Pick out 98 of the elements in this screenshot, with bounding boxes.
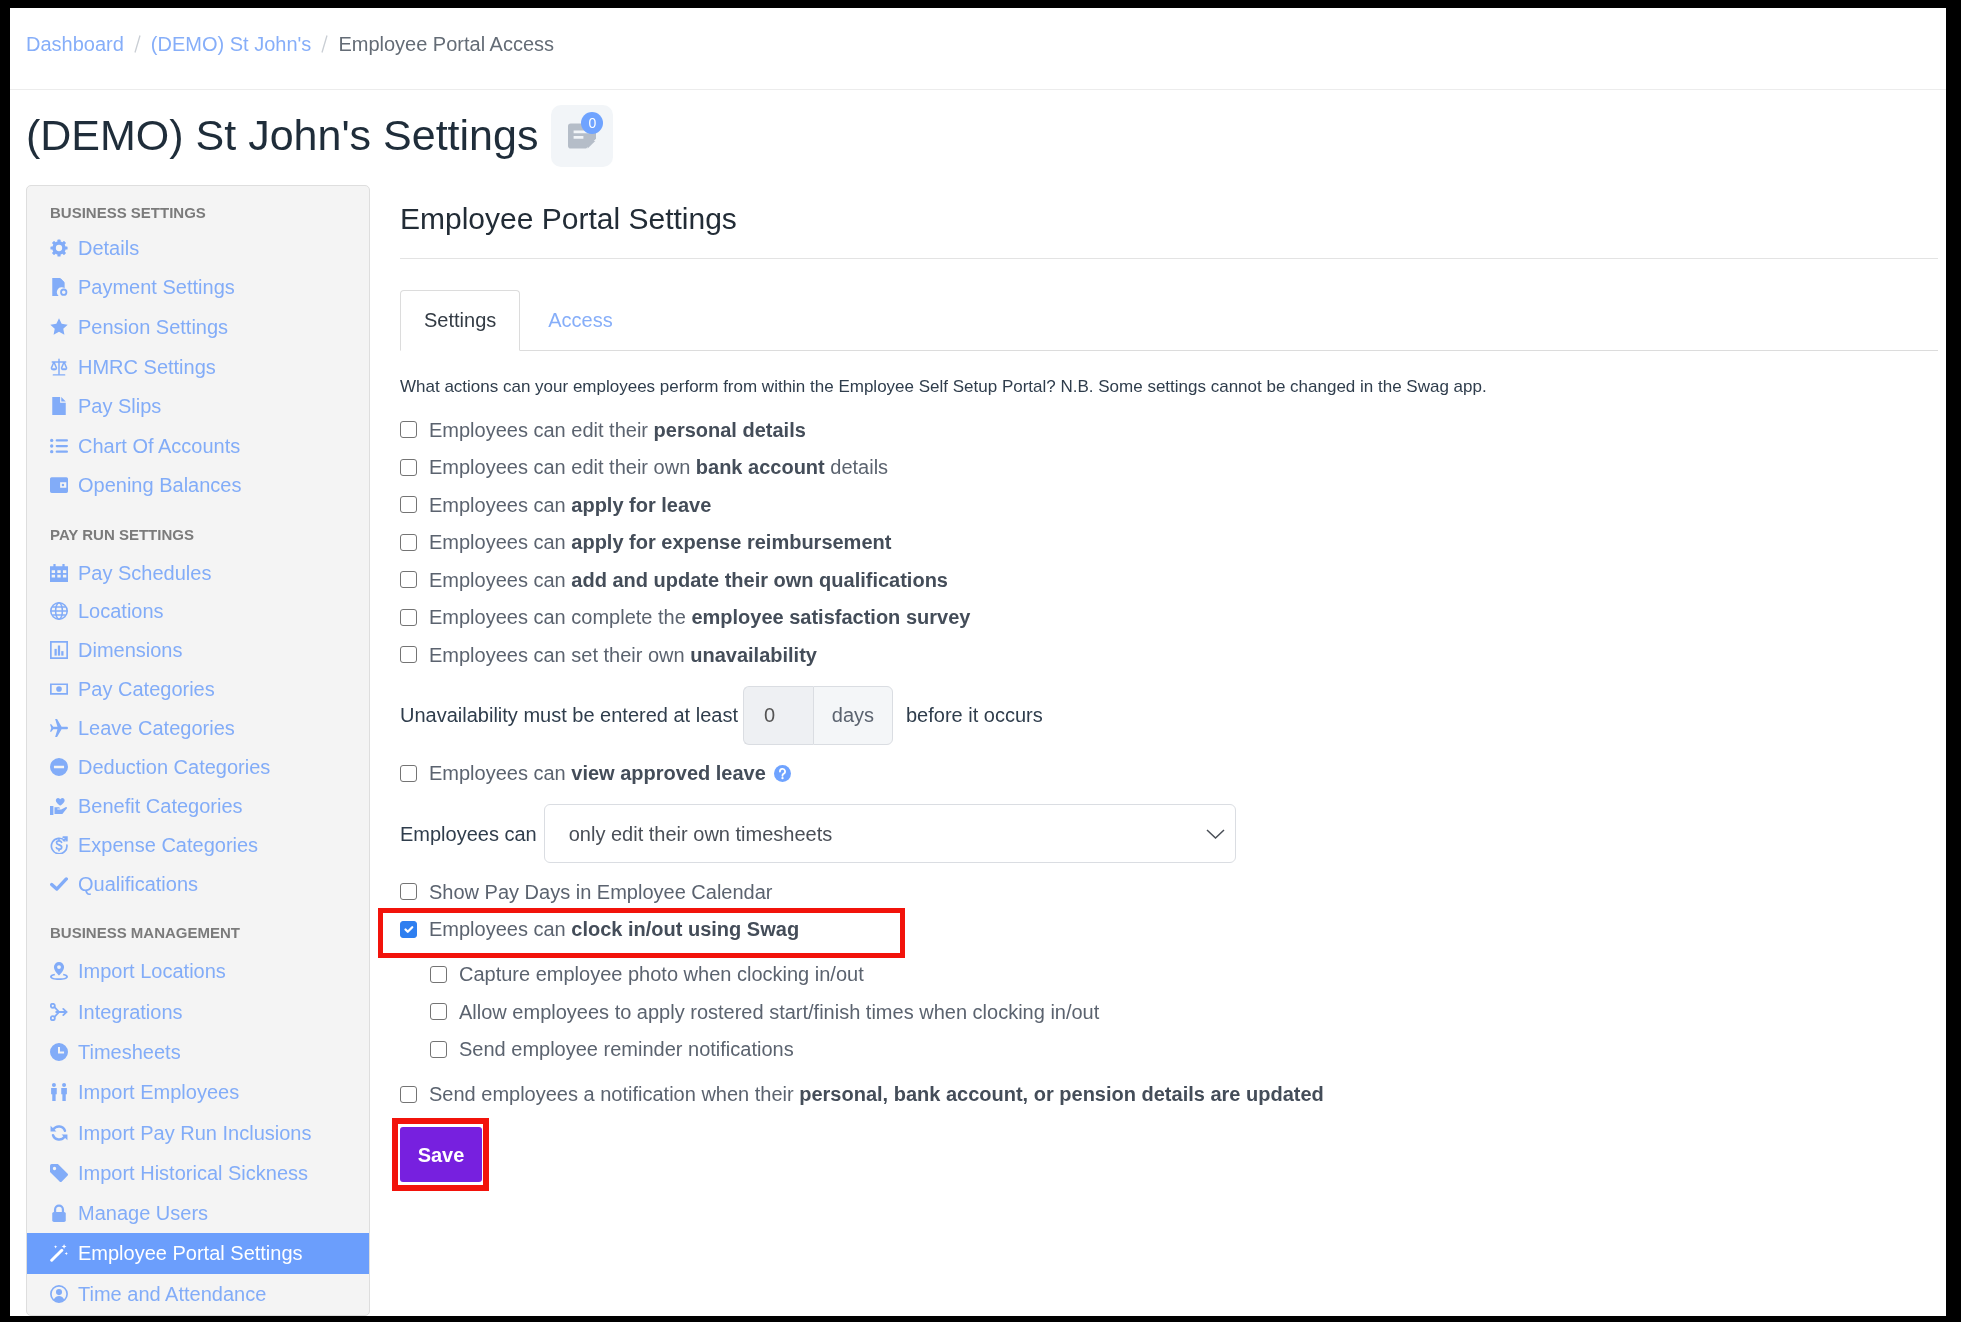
tab[interactable]: Settings — [400, 290, 521, 351]
checkbox[interactable] — [400, 608, 417, 626]
option-label: Employees can clock in/out using Swag — [429, 917, 800, 942]
sidebar-item[interactable]: Manage Users — [27, 1192, 369, 1234]
checkbox[interactable] — [400, 883, 417, 901]
map-pin-icon — [50, 962, 68, 981]
section-heading: BUSINESS SETTINGS — [49, 203, 207, 223]
unit-label: days — [812, 685, 893, 745]
bar-chart-icon — [50, 641, 68, 660]
list-icon — [50, 436, 68, 455]
field-label: Employees can — [400, 821, 537, 846]
document-gear-icon — [50, 278, 68, 297]
checkbox[interactable] — [430, 965, 447, 983]
clock-icon — [50, 1042, 68, 1061]
option-label: Employees can edit their own bank account details — [429, 455, 889, 480]
option-label: Employees can apply for expense reimbursement — [429, 530, 892, 555]
sidebar-item[interactable]: Qualifications — [27, 864, 369, 904]
sidebar-item[interactable]: Deduction Categories — [27, 747, 369, 787]
user-circle-icon — [50, 1284, 68, 1303]
save-button[interactable]: Save — [400, 1127, 482, 1182]
section-heading: PAY RUN SETTINGS — [49, 525, 195, 546]
option-label: Capture employee photo when clocking in/out — [459, 962, 864, 987]
sidebar-item[interactable]: Dimensions — [27, 630, 369, 670]
sidebar-item[interactable]: Benefit Categories — [27, 786, 369, 826]
breadcrumb-link[interactable]: Dashboard — [26, 28, 124, 59]
magic-wand-icon — [50, 1244, 68, 1263]
globe-icon — [50, 602, 68, 621]
sidebar-item[interactable]: Details — [27, 228, 369, 268]
option-label: Allow employees to apply rostered start/finish times when clocking in/out — [459, 999, 1100, 1024]
sidebar-item[interactable]: Pension Settings — [27, 307, 369, 347]
check-icon — [50, 874, 68, 893]
dollar-circle-icon — [50, 835, 68, 854]
lock-icon — [50, 1204, 68, 1223]
sidebar-item[interactable]: Locations — [27, 592, 369, 631]
timesheet-select[interactable]: only edit their own timesheets — [543, 804, 1236, 863]
option-label: Employees can apply for leave — [429, 492, 712, 517]
slash-icon — [321, 34, 329, 53]
checkbox[interactable] — [430, 1040, 447, 1058]
sidebar-item[interactable]: Payment Settings — [27, 267, 369, 308]
checkbox[interactable] — [400, 421, 417, 439]
sidebar-item[interactable]: Employee Portal Settings — [27, 1233, 369, 1274]
option-label: Employees can view approved leave — [429, 761, 766, 786]
intro-text: What actions can your employees perform from within the Employee Self Setup Portal? N.B. Some settings cannot be changed in the Swag app. — [400, 376, 1488, 398]
breadcrumb-current: Employee Portal Access — [338, 31, 555, 57]
wallet-icon — [50, 476, 68, 495]
scale-icon — [50, 357, 68, 376]
connector-arrow-icon — [50, 1002, 68, 1021]
tab[interactable]: Access — [524, 290, 637, 351]
count-badge: 0 — [581, 112, 604, 134]
sidebar-item[interactable]: Pay Categories — [27, 669, 369, 709]
sidebar-item[interactable]: Timesheets — [27, 1031, 369, 1073]
tag-icon — [50, 1163, 68, 1182]
sidebar-item[interactable]: Expense Categories — [27, 825, 369, 865]
notes-button[interactable]: 0 — [551, 105, 614, 167]
option-label: Send employees a notification when their personal, bank account, or pension details are updated — [429, 1082, 1324, 1107]
field-label: Unavailability must be entered at least — [400, 703, 738, 727]
option-label: Show Pay Days in Employee Calendar — [429, 879, 773, 904]
sidebar-item[interactable]: Import Employees — [27, 1072, 369, 1113]
sidebar-item[interactable]: Time and Attendance — [27, 1273, 369, 1314]
plane-icon — [50, 719, 68, 738]
slash-icon — [133, 34, 141, 53]
checkbox[interactable] — [400, 1085, 417, 1103]
file-icon — [50, 397, 68, 416]
option-label: Employees can add and update their own qualifications — [429, 567, 948, 592]
refresh-icon — [50, 1123, 68, 1142]
sidebar-item[interactable]: Chart Of Accounts — [27, 425, 369, 466]
hand-heart-icon — [50, 796, 68, 815]
page-title: (DEMO) St John's Settings — [26, 110, 539, 162]
option-label: Employees can complete the employee satisfaction survey — [429, 605, 971, 630]
checkbox[interactable] — [400, 496, 417, 514]
chevron-down-icon — [1205, 828, 1225, 839]
sidebar-item[interactable]: Import Locations — [27, 951, 369, 992]
option-label: Employees can set their own unavailability — [429, 642, 817, 667]
sidebar-item[interactable]: Integrations — [27, 991, 369, 1032]
option-label: Employees can edit their personal details — [429, 417, 806, 442]
gear-icon — [50, 238, 68, 257]
breadcrumb-link[interactable]: (DEMO) St John's — [150, 28, 312, 59]
section-heading: BUSINESS MANAGEMENT — [49, 923, 241, 944]
people-icon — [50, 1083, 68, 1102]
checkbox[interactable] — [400, 533, 417, 551]
field-label: before it occurs — [905, 703, 1043, 727]
sidebar-item[interactable]: Leave Categories — [27, 708, 369, 748]
star-icon — [50, 318, 68, 336]
sidebar-item[interactable]: Pay Schedules — [27, 553, 369, 593]
checkbox[interactable] — [400, 764, 417, 782]
checkbox[interactable] — [400, 458, 417, 476]
checkbox[interactable] — [430, 1003, 447, 1021]
checkbox[interactable] — [400, 571, 417, 589]
option-label: Send employee reminder notifications — [459, 1037, 794, 1062]
sidebar-item[interactable]: Opening Balances — [27, 465, 369, 506]
panel-title: Employee Portal Settings — [400, 201, 738, 237]
sidebar-item[interactable]: Import Historical Sickness — [27, 1152, 369, 1193]
sidebar-item[interactable]: HMRC Settings — [27, 346, 369, 387]
sidebar-item[interactable]: Import Pay Run Inclusions — [27, 1112, 369, 1153]
checkbox[interactable] — [400, 920, 417, 938]
checkbox[interactable] — [400, 646, 417, 664]
sidebar-item[interactable]: Pay Slips — [27, 386, 369, 426]
calendar-icon — [50, 563, 68, 582]
